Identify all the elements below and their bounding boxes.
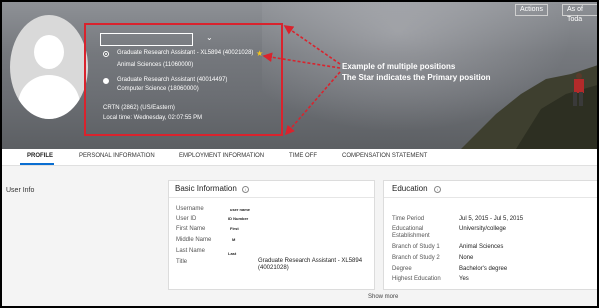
username-label: Username xyxy=(176,206,204,212)
show-more-link[interactable]: Show more xyxy=(368,294,398,300)
basic-information-title: Basic Information xyxy=(175,184,237,193)
annotation-arrows xyxy=(262,25,341,136)
tab-personal-information[interactable]: PERSONAL INFORMATION xyxy=(79,153,155,159)
first-name-label: First Name xyxy=(176,226,206,232)
section-title: User Info xyxy=(6,187,35,194)
degree-value: Bachelor's degree xyxy=(459,266,508,272)
last-name-label: Last Name xyxy=(176,248,206,254)
tab-compensation-statement[interactable]: COMPENSATION STATEMENT xyxy=(342,153,427,159)
education-title: Education xyxy=(392,184,428,193)
branch-of-study-2-value: None xyxy=(459,255,474,261)
annotation-line-2: The Star indicates the Primary position xyxy=(342,73,491,82)
branch-of-study-1-value: Animal Sciences xyxy=(459,244,504,250)
info-icon[interactable]: i xyxy=(434,186,441,193)
highest-education-value: Yes xyxy=(459,276,469,282)
card-divider xyxy=(169,197,374,198)
highest-education-label: Highest Education xyxy=(392,276,441,282)
first-name-value: First xyxy=(230,226,239,231)
user-id-label: User ID xyxy=(176,216,197,222)
title-label: Title xyxy=(176,259,188,265)
annotation-line-1: Example of multiple positions xyxy=(342,62,456,71)
user-id-value: ID Number xyxy=(228,216,249,221)
username-value: user name xyxy=(230,207,251,212)
degree-label: Degree xyxy=(392,266,412,272)
active-tab-indicator xyxy=(20,163,54,165)
educational-establishment-label: Educational Establishment xyxy=(392,226,430,239)
branch-of-study-1-label: Branch of Study 1 xyxy=(392,244,440,250)
card-divider xyxy=(384,197,597,198)
profile-tabs: PROFILE PERSONAL INFORMATION EMPLOYMENT … xyxy=(2,149,597,166)
app-frame: Actions As of Toda ⌄ Graduate Research A… xyxy=(0,0,599,308)
info-icon[interactable]: i xyxy=(242,186,249,193)
time-period-label: Time Period xyxy=(392,216,425,222)
tab-time-off[interactable]: TIME OFF xyxy=(289,153,317,159)
middle-name-label: Middle Name xyxy=(176,237,212,243)
tab-profile[interactable]: PROFILE xyxy=(27,153,53,159)
last-name-value: Last xyxy=(228,251,237,256)
time-period-value: Jul 5, 2015 - Jul 5, 2015 xyxy=(459,216,524,222)
profile-header: Actions As of Toda ⌄ Graduate Research A… xyxy=(2,2,597,149)
middle-name-value: M xyxy=(232,237,236,242)
educational-establishment-value: University/college xyxy=(459,226,507,232)
tab-employment-information[interactable]: EMPLOYMENT INFORMATION xyxy=(179,153,264,159)
branch-of-study-2-label: Branch of Study 2 xyxy=(392,255,440,261)
title-value: Graduate Research Assistant - XL5894 (40… xyxy=(258,258,363,271)
